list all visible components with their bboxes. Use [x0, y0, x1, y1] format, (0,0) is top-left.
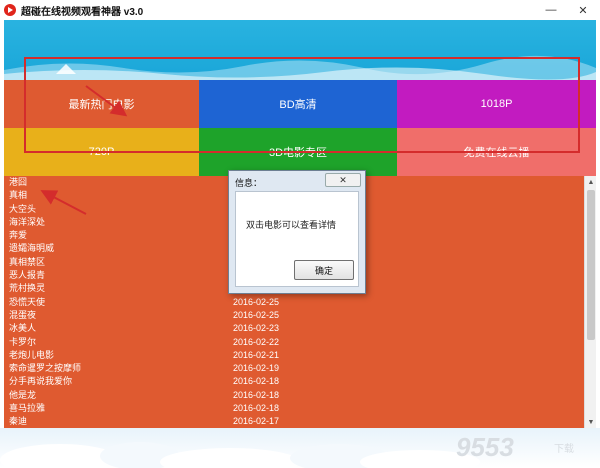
site-watermark: 9553	[456, 432, 514, 462]
site-watermark-sub: 下载	[554, 444, 574, 455]
dialog-title: 信息：	[235, 178, 263, 188]
info-dialog: 信息： ✕ 双击电影可以查看详情 确定	[228, 170, 366, 294]
dialog-body: 双击电影可以查看详情 确定	[235, 191, 359, 287]
dialog-close-button[interactable]: ✕	[325, 173, 361, 187]
dialog-ok-button[interactable]: 确定	[294, 260, 354, 280]
dialog-message: 双击电影可以查看详情	[246, 220, 337, 230]
